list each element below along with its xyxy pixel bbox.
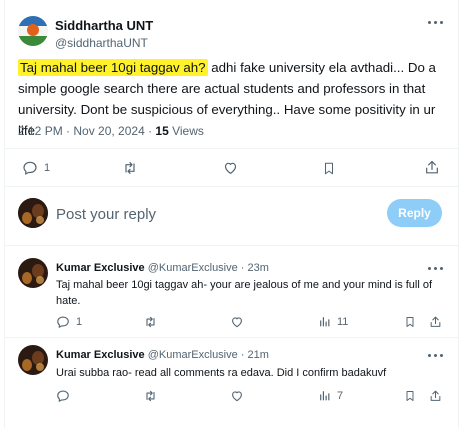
reply-author-handle[interactable]: @KumarExclusive	[148, 262, 238, 274]
more-options-icon[interactable]	[428, 352, 444, 358]
views-action[interactable]: 7	[318, 389, 343, 402]
like-action[interactable]	[230, 315, 244, 329]
views-count: 11	[337, 315, 349, 328]
reply-time[interactable]: · 21m	[238, 349, 269, 361]
reply-input[interactable]: Post your reply	[56, 206, 156, 223]
views-label: Views	[168, 124, 204, 138]
like-action[interactable]	[230, 389, 244, 403]
avatar[interactable]	[18, 345, 48, 375]
reply-author-name[interactable]: Kumar Exclusive	[56, 349, 145, 361]
repost-icon	[125, 162, 135, 174]
share-action[interactable]	[424, 159, 440, 176]
bookmark-icon	[324, 162, 334, 175]
reply-text: Urai subba rao- read all comments ra eda…	[56, 367, 387, 379]
views-action[interactable]: 11	[318, 315, 348, 328]
reply-action[interactable]: 1	[56, 315, 82, 329]
bookmark-icon	[406, 317, 414, 327]
avatar[interactable]	[18, 258, 48, 288]
author-name[interactable]: Siddhartha UNT	[55, 18, 153, 33]
reply-action[interactable]: 1	[22, 160, 50, 176]
views-count: 15	[155, 124, 169, 138]
share-icon	[426, 160, 438, 174]
repost-action[interactable]	[143, 389, 158, 403]
reply-time[interactable]: · 23m	[238, 262, 269, 274]
share-icon	[430, 390, 441, 401]
highlighted-text: Taj mahal beer 10gi taggav ah?	[18, 59, 208, 76]
tweet-timestamp[interactable]: 2:12 PM · Nov 20, 2024 ·	[18, 124, 155, 138]
repost-action[interactable]	[143, 315, 158, 329]
divider	[4, 337, 459, 338]
tweet-meta: 2:12 PM · Nov 20, 2024 · 15 Views	[18, 124, 204, 138]
share-action[interactable]	[429, 389, 442, 403]
author-handle[interactable]: @siddharthaUNT	[55, 36, 148, 50]
avatar	[18, 198, 48, 228]
reply-header: Kumar Exclusive @KumarExclusive · 21m	[56, 349, 269, 361]
reply-count: 1	[76, 316, 83, 328]
reply-action[interactable]	[56, 389, 76, 403]
heart-icon	[232, 391, 242, 402]
reply-text: Taj mahal beer 10gi taggav ah- your are …	[56, 279, 433, 307]
divider	[4, 245, 459, 246]
like-action[interactable]	[222, 160, 239, 176]
heart-icon	[224, 162, 237, 174]
analytics-icon	[320, 391, 330, 401]
repost-action[interactable]	[121, 160, 139, 176]
reply-count: 1	[44, 162, 51, 174]
divider	[4, 186, 459, 187]
views-count: 7	[337, 389, 344, 402]
main-tweet-header: Siddhartha UNT @siddharthaUNT	[18, 12, 448, 52]
divider	[4, 148, 459, 149]
reply-author-name[interactable]: Kumar Exclusive	[56, 262, 145, 274]
avatar[interactable]	[18, 16, 48, 46]
share-action[interactable]	[429, 315, 442, 329]
share-icon	[430, 316, 441, 327]
analytics-icon	[320, 317, 330, 327]
reply-icon	[23, 161, 37, 175]
more-options-icon[interactable]	[428, 265, 444, 271]
repost-icon	[146, 390, 155, 402]
bookmark-action[interactable]	[404, 315, 416, 329]
bookmark-action[interactable]	[404, 389, 416, 403]
more-options-icon[interactable]	[428, 19, 444, 25]
reply-button[interactable]: Reply	[387, 199, 442, 227]
bookmark-icon	[406, 391, 414, 401]
reply-icon	[57, 316, 69, 328]
heart-icon	[232, 317, 242, 328]
reply-author-handle[interactable]: @KumarExclusive	[148, 349, 238, 361]
reply-icon	[57, 390, 69, 402]
reply-header: Kumar Exclusive @KumarExclusive · 23m	[56, 262, 269, 274]
repost-icon	[146, 316, 155, 328]
bookmark-action[interactable]	[322, 160, 336, 177]
